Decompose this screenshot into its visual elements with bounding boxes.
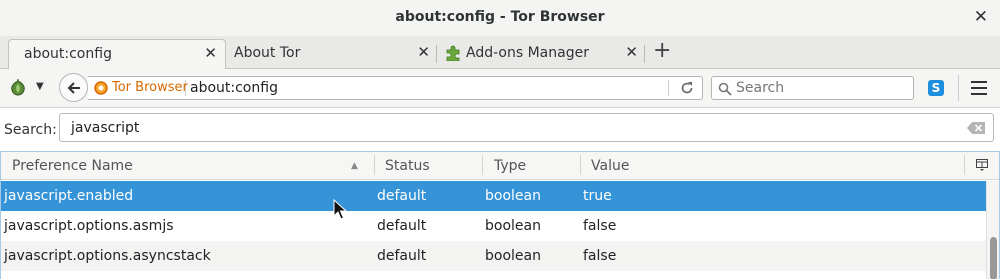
pref-name: javascript.options.asyncstack — [4, 248, 211, 264]
identity-label: Tor Browser — [112, 80, 188, 95]
pref-name: javascript.enabled — [4, 188, 134, 204]
scrollbar-thumb[interactable] — [990, 237, 997, 279]
pref-status: default — [377, 188, 427, 204]
column-header-name[interactable]: Preference Name — [12, 158, 133, 174]
skype-icon[interactable]: S — [928, 80, 944, 96]
config-search-label: Search: — [4, 122, 57, 138]
config-search-row: Search: javascript — [0, 108, 1000, 151]
column-splitter[interactable] — [374, 155, 375, 175]
clear-icon[interactable] — [967, 122, 985, 134]
navigation-toolbar: ▼ Tor Browser about:config Search S — [0, 69, 1000, 108]
column-header-status[interactable]: Status — [385, 158, 430, 174]
column-header-type[interactable]: Type — [494, 158, 526, 174]
tab-about-config[interactable]: about:config ✕ — [8, 39, 226, 69]
tab-label: Add-ons Manager — [466, 45, 589, 61]
search-placeholder: Search — [736, 80, 785, 96]
table-row[interactable]: javascript.options.asmjs default boolean… — [1, 211, 986, 241]
window-close-button[interactable]: ✕ — [974, 7, 988, 27]
pref-status: default — [377, 248, 427, 264]
mouse-pointer-icon — [333, 199, 347, 220]
url-text[interactable]: about:config — [190, 80, 278, 96]
config-search-input[interactable]: javascript — [59, 113, 994, 142]
pref-value: true — [583, 188, 612, 204]
toolbar-separator — [958, 75, 959, 101]
tab-label: About Tor — [234, 45, 301, 61]
column-splitter[interactable] — [482, 155, 483, 175]
tab-close-icon[interactable]: ✕ — [625, 43, 638, 61]
column-header-value[interactable]: Value — [591, 158, 629, 174]
pref-value: false — [583, 218, 617, 234]
config-search-value[interactable]: javascript — [71, 120, 139, 136]
tor-onion-icon[interactable] — [9, 78, 27, 96]
identity-box[interactable]: Tor Browser — [94, 80, 188, 96]
tab-label: about:config — [24, 46, 112, 62]
puzzle-icon — [446, 45, 460, 61]
search-icon — [718, 82, 732, 96]
pref-type: boolean — [485, 218, 541, 234]
pref-value: false — [583, 248, 617, 264]
back-arrow-icon — [67, 82, 80, 94]
pref-status: default — [377, 218, 427, 234]
column-splitter — [964, 155, 965, 175]
reload-icon[interactable] — [680, 81, 694, 95]
tab-about-tor[interactable]: About Tor ✕ — [226, 39, 436, 69]
tor-identity-icon — [94, 81, 108, 95]
url-bar[interactable]: Tor Browser about:config — [88, 76, 703, 100]
vertical-scrollbar[interactable] — [986, 181, 999, 279]
search-input[interactable]: Search — [711, 76, 914, 100]
menu-icon[interactable] — [971, 81, 987, 95]
tab-close-icon[interactable]: ✕ — [204, 44, 217, 62]
table-row[interactable]: javascript.options.asyncstack default bo… — [1, 241, 986, 271]
table-row[interactable]: javascript.enabled default boolean true — [1, 181, 986, 211]
pref-name: javascript.options.asmjs — [4, 218, 174, 234]
chevron-down-icon[interactable]: ▼ — [36, 81, 44, 92]
pref-type: boolean — [485, 248, 541, 264]
url-separator — [668, 80, 669, 96]
table-header: Preference Name ▲ Status Type Value — [1, 152, 999, 180]
preferences-table[interactable]: Preference Name ▲ Status Type Value java… — [0, 151, 1000, 279]
pref-type: boolean — [485, 188, 541, 204]
sort-ascending-icon: ▲ — [351, 161, 358, 171]
column-splitter[interactable] — [580, 155, 581, 175]
new-tab-button[interactable]: + — [653, 40, 671, 62]
window-titlebar: about:config - Tor Browser ✕ — [0, 0, 1000, 36]
tab-separator — [644, 45, 645, 63]
column-picker-icon[interactable] — [976, 159, 988, 171]
back-button[interactable] — [59, 73, 88, 102]
tab-addons-manager[interactable]: Add-ons Manager ✕ — [436, 39, 644, 69]
tab-close-icon[interactable]: ✕ — [417, 43, 430, 61]
window-title: about:config - Tor Browser — [395, 9, 605, 25]
tab-strip: about:config ✕ About Tor ✕ Add-ons Manag… — [0, 36, 1000, 69]
